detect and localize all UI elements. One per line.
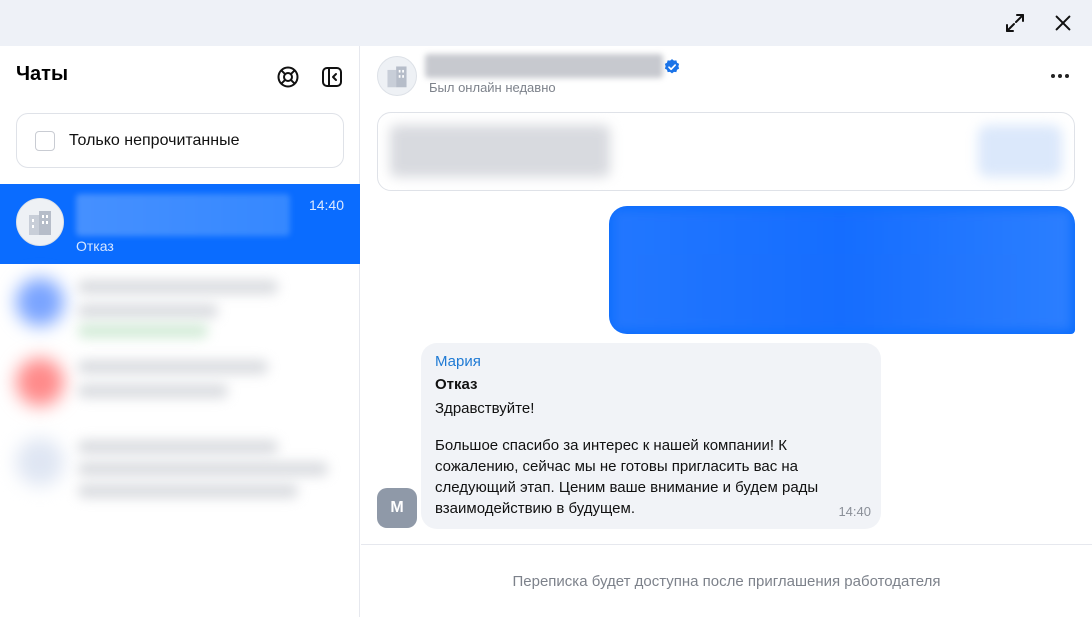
message-greeting: Здравствуйте! xyxy=(435,400,535,417)
chat-list-item-active[interactable]: 14:40 Отказ xyxy=(0,184,360,264)
building-icon xyxy=(387,66,407,88)
chat-footer: Переписка будет доступна после приглашен… xyxy=(361,544,1092,617)
chat-name-redacted xyxy=(76,194,290,236)
sender-avatar: М xyxy=(377,488,417,528)
message-time: 14:40 xyxy=(838,504,871,519)
chat-list-item-redacted[interactable] xyxy=(0,264,360,344)
close-icon[interactable] xyxy=(1050,10,1076,36)
vacancy-card-redacted[interactable] xyxy=(377,112,1075,191)
collapse-panel-icon[interactable] xyxy=(319,64,345,90)
sidebar-title: Чаты xyxy=(16,63,69,85)
unread-only-label: Только непрочитанные xyxy=(69,131,240,149)
message-subject: Отказ xyxy=(435,376,478,393)
chat-list-item-redacted[interactable] xyxy=(0,424,360,504)
online-status: Был онлайн недавно xyxy=(429,80,556,95)
chat-panel: Был онлайн недавно Мария Отказ Здравству… xyxy=(361,46,1092,617)
lifebuoy-icon[interactable] xyxy=(275,64,301,90)
unread-only-filter[interactable]: Только непрочитанные xyxy=(16,113,344,168)
company-avatar xyxy=(377,56,417,96)
window-header xyxy=(0,0,1092,46)
company-avatar xyxy=(16,198,64,246)
unread-only-checkbox[interactable] xyxy=(35,130,55,151)
more-options-icon[interactable] xyxy=(1043,64,1077,88)
building-icon xyxy=(29,211,51,235)
verified-icon xyxy=(663,58,681,76)
avatar xyxy=(16,358,64,406)
chat-last-message: Отказ xyxy=(76,238,114,254)
chat-list-item-redacted[interactable] xyxy=(0,344,360,424)
chat-sidebar: Чаты Только непрочитанные 14:40 Отказ xyxy=(0,46,360,617)
avatar xyxy=(16,278,64,326)
outgoing-message-redacted xyxy=(609,206,1075,334)
avatar xyxy=(16,438,64,486)
footer-notice: Переписка будет доступна после приглашен… xyxy=(512,572,941,590)
incoming-message: Мария Отказ Здравствуйте! Большое спасиб… xyxy=(421,343,881,529)
company-name-redacted xyxy=(425,54,663,78)
expand-icon[interactable] xyxy=(1002,10,1028,36)
message-author[interactable]: Мария xyxy=(435,353,867,371)
chat-time: 14:40 xyxy=(308,197,344,213)
message-body: Большое спасибо за интерес к нашей компа… xyxy=(435,437,819,517)
